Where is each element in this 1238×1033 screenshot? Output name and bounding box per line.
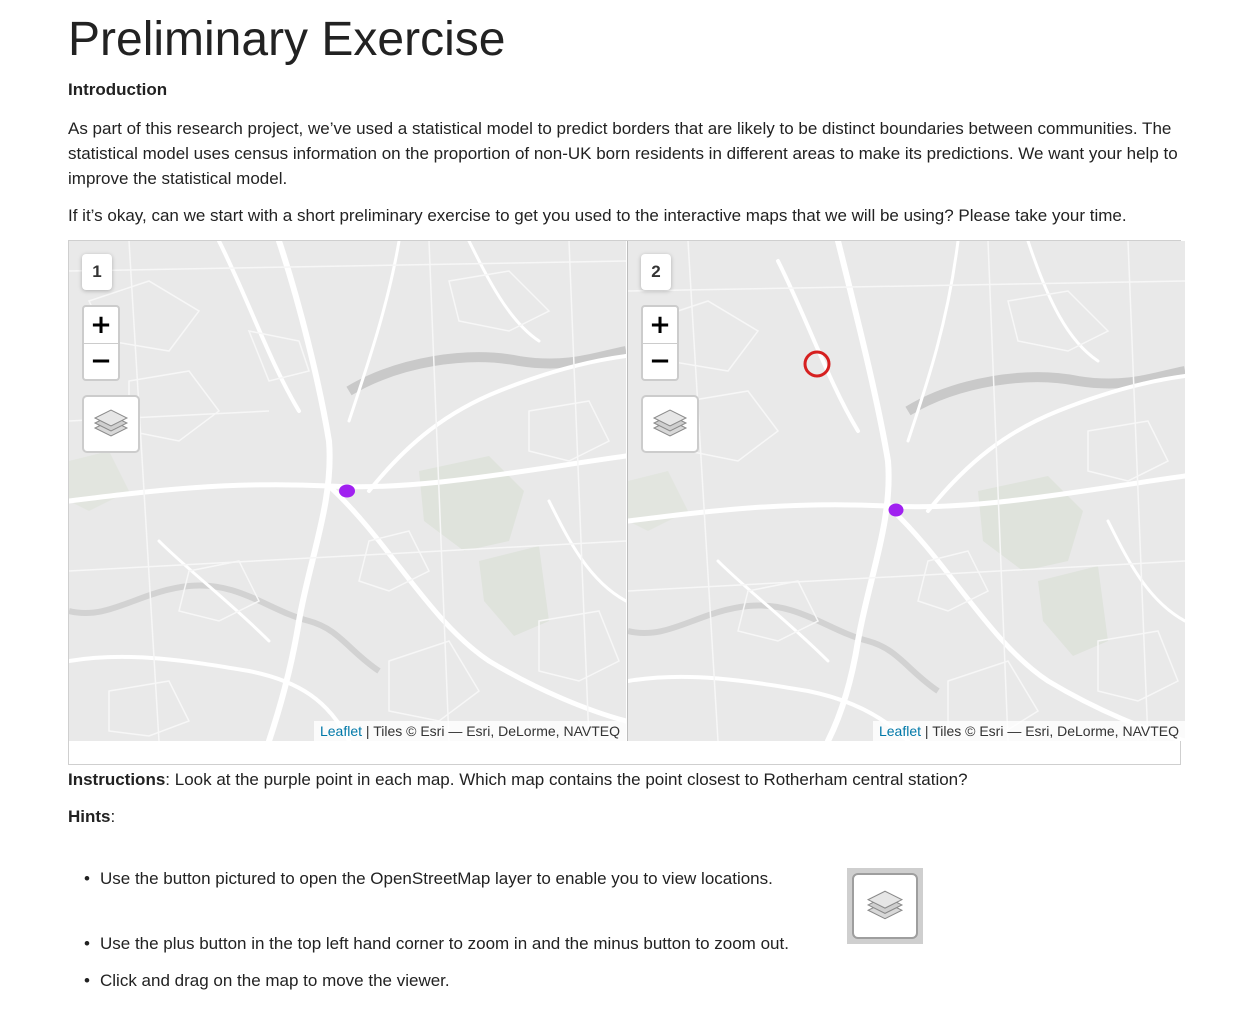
list-item: • Click and drag on the map to move the … (84, 969, 450, 993)
leaflet-link[interactable]: Leaflet (879, 723, 921, 739)
intro-heading: Introduction (68, 80, 168, 99)
prompt-paragraph: If it’s okay, can we start with a short … (68, 206, 1127, 225)
zoom-in-button[interactable]: + (84, 307, 118, 344)
layers-icon (866, 890, 904, 920)
hint-text: Use the plus button in the top left hand… (100, 934, 789, 953)
zoom-control: + − (82, 305, 120, 381)
hints-heading: Hints: (68, 805, 115, 829)
zoom-in-button[interactable]: + (643, 307, 677, 344)
instructions-body: : Look at the purple point in each map. … (165, 770, 968, 789)
leaflet-link[interactable]: Leaflet (320, 723, 362, 739)
map-1-tiles[interactable] (69, 241, 626, 741)
hint-text: Click and drag on the map to move the vi… (100, 971, 450, 990)
map-number-label: 2 (641, 254, 671, 290)
hint-text: Use the button pictured to open the Open… (100, 869, 773, 888)
map-1[interactable]: 1 + − Leaflet | Tiles © Esri — Esri, DeL… (69, 241, 626, 741)
map-2[interactable]: 2 + − Leaflet | Tiles © Esri — Esri, DeL… (627, 241, 1185, 741)
instructions-label: Instructions (68, 770, 166, 789)
intro-paragraph: As part of this research project, we’ve … (68, 119, 1178, 188)
instructions-text: Instructions: Look at the purple point i… (68, 768, 968, 792)
layers-icon (93, 409, 129, 437)
zoom-control: + − (641, 305, 679, 381)
attribution-text: | Tiles © Esri — Esri, DeLorme, NAVTEQ (362, 723, 620, 739)
layers-icon (652, 409, 688, 437)
map-attribution: Leaflet | Tiles © Esri — Esri, DeLorme, … (872, 721, 1185, 741)
hints-suffix: : (110, 807, 116, 826)
list-item: • Use the plus button in the top left ha… (84, 932, 789, 956)
zoom-out-button[interactable]: − (643, 344, 677, 380)
layers-button[interactable] (82, 395, 140, 453)
map-comparison-panel: 1 + − Leaflet | Tiles © Esri — Esri, DeL… (68, 240, 1185, 765)
zoom-out-button[interactable]: − (84, 344, 118, 380)
list-item: • Use the button pictured to open the Op… (84, 867, 923, 944)
bullet: • (84, 869, 90, 888)
map-attribution: Leaflet | Tiles © Esri — Esri, DeLorme, … (313, 721, 626, 741)
page-title: Preliminary Exercise (68, 13, 506, 66)
layers-button-illustration (847, 868, 923, 944)
bullet: • (84, 971, 90, 990)
bullet: • (84, 934, 90, 953)
map-2-tiles[interactable] (628, 241, 1185, 741)
map-number-label: 1 (82, 254, 112, 290)
hints-label: Hints (68, 807, 111, 826)
layers-button[interactable] (641, 395, 699, 453)
attribution-text: | Tiles © Esri — Esri, DeLorme, NAVTEQ (921, 723, 1179, 739)
